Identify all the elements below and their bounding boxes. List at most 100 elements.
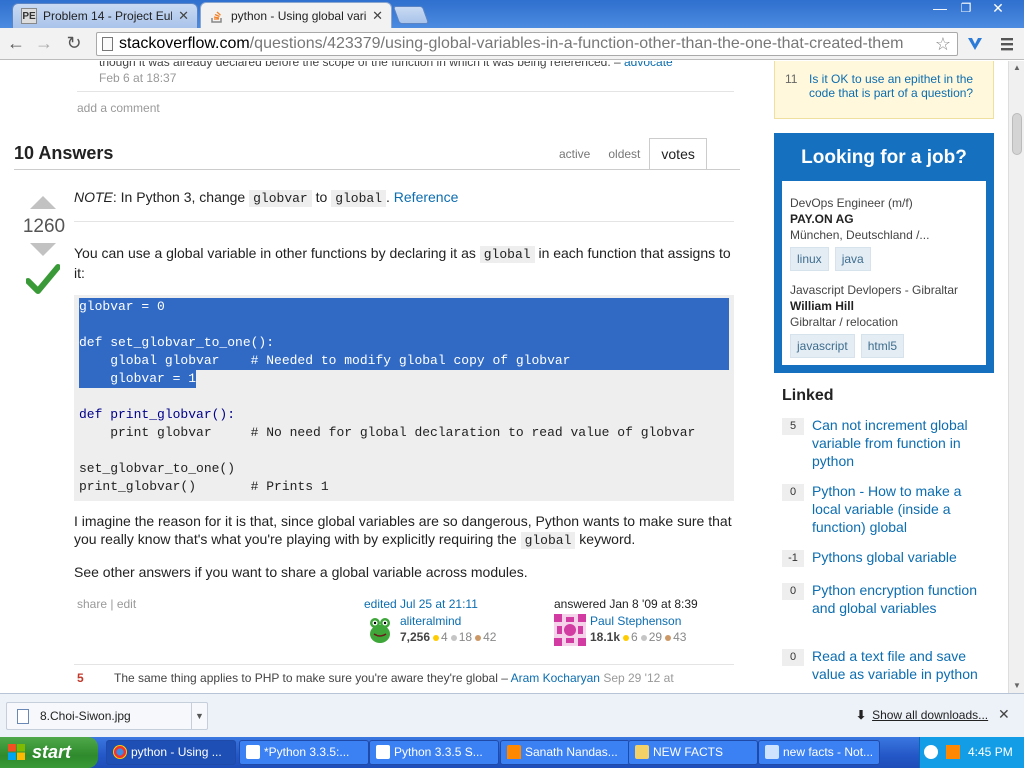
bulletin-link[interactable]: Is it OK to use an epithet in the code t… [809,72,989,100]
code-line: globvar = 0 [79,298,729,316]
tag[interactable]: javascript [790,334,855,358]
answer-paragraph: See other answers if you want to share a… [74,564,528,580]
scrollbar-thumb[interactable] [1012,113,1022,155]
bronze-badge-icon [665,634,672,641]
downvote-icon[interactable] [30,243,56,256]
job-title[interactable]: Javascript Devlopers - Gibraltar [790,282,958,298]
browser-titlebar: PE Problem 14 - Project Euler ✕ python -… [0,0,1024,29]
job-listing[interactable]: Javascript Devlopers - Gibraltar William… [790,282,958,358]
tray-expand-icon[interactable] [924,745,938,759]
extension-icon[interactable] [966,35,984,53]
edit-signature: edited Jul 25 at 21:11 [364,597,478,611]
start-button[interactable]: start [0,737,98,768]
share-link[interactable]: share [77,597,107,611]
close-tab-icon[interactable]: ✕ [372,8,383,24]
tab-python-global[interactable]: python - Using global variab ✕ [200,2,392,29]
tab-title: python - Using global variab [231,9,367,23]
jobs-title[interactable]: Looking for a job? [774,147,994,169]
job-company: PAY.ON AG [790,212,854,226]
tag[interactable]: java [834,247,871,271]
page-scrollbar[interactable]: ▲ ▼ [1008,61,1024,693]
linked-question-link[interactable]: Python encryption function and global va… [812,581,982,617]
taskbar-item-vlc[interactable]: Sanath Nandas... [500,740,630,765]
author-name-link[interactable]: Paul Stephenson [590,614,681,628]
bronze-badge-icon [475,634,482,641]
silver-badge-count: 18 [458,630,473,644]
restore-icon[interactable]: ❐ [952,0,980,18]
tab-votes[interactable]: votes [649,138,707,170]
comment-score: 5 [77,671,84,685]
author-reputation: 18.1k 6 29 43 [590,630,686,644]
reputation-score: 18.1k [590,630,621,644]
window-close-icon[interactable]: ✕ [984,0,1012,18]
close-tab-icon[interactable]: ✕ [178,8,189,24]
paragraph-text: keyword. [575,531,636,547]
editor-name-link[interactable]: aliteralmind [400,614,461,628]
address-bar[interactable]: stackoverflow.com/questions/423379/using… [96,32,958,56]
show-all-downloads-link[interactable]: ⬇ Show all downloads... [856,708,988,722]
tag[interactable]: html5 [860,334,905,358]
comment-author-link[interactable]: Aram Kocharyan [511,671,600,685]
download-item[interactable]: 8.Choi-Siwon.jpg ▼ [6,702,208,730]
tab-oldest[interactable]: oldest [599,138,649,170]
taskbar-item-python-shell[interactable]: Python 3.3.5 S... [369,740,499,765]
reload-icon[interactable]: ↻ [62,32,86,56]
tab-active[interactable]: active [550,138,599,170]
taskbar-item-notepad[interactable]: new facts - Not... [758,740,880,765]
job-listing[interactable]: DevOps Engineer (m/f) PAY.ON AG München,… [790,195,929,271]
reference-link[interactable]: Reference [394,189,459,205]
reputation-score: 7,256 [400,630,431,644]
new-tab-button[interactable] [392,6,430,24]
add-comment-link[interactable]: add a comment [77,101,160,115]
close-downloads-icon[interactable]: ✕ [998,706,1010,723]
minimize-icon[interactable]: — [926,0,954,18]
job-tags: linux java [790,247,929,271]
chevron-down-icon[interactable]: ▼ [191,703,207,729]
comment-date: Sep 29 '12 at [603,671,674,685]
taskbar-item-python-editor[interactable]: *Python 3.3.5:... [239,740,369,765]
code-line: globvar = 1 [79,370,197,388]
inline-code: global [479,246,535,263]
taskbar-item-chrome[interactable]: python - Using ... [106,740,236,765]
menu-icon[interactable] [998,35,1016,53]
page-viewport: though it was already declared before th… [0,61,1008,693]
code-line: set_globvar_to_one() [79,460,235,478]
linked-question-link[interactable]: Python - How to make a local variable (i… [812,482,982,536]
linked-question-link[interactable]: Can not increment global variable from f… [812,416,982,470]
job-title[interactable]: DevOps Engineer (m/f) [790,195,929,211]
tag[interactable]: linux [790,247,829,271]
comment-author-link[interactable]: advocate [624,61,673,69]
image-file-icon [17,709,29,724]
avatar[interactable] [554,614,586,646]
notepad-icon [765,745,779,759]
code-text: globvar = 1 [79,371,197,386]
bronze-badge-count: 42 [483,630,497,644]
linked-question-link[interactable]: Pythons global variable [812,548,982,566]
taskbar-item-folder[interactable]: NEW FACTS [628,740,758,765]
job-location: München, Deutschland /... [790,228,930,242]
vlc-tray-icon[interactable] [946,745,960,759]
folder-icon [635,745,649,759]
divider [74,664,734,665]
edit-link[interactable]: edit [117,597,136,611]
code-line: global globvar # Needed to modify global… [79,352,729,370]
forward-icon[interactable]: → [32,32,56,56]
linked-question-link[interactable]: Read a text file and save value as varia… [812,647,982,683]
bookmark-star-icon[interactable]: ☆ [935,33,951,55]
inline-code: global [520,532,576,549]
scroll-down-icon[interactable]: ▼ [1009,679,1024,693]
author-card: Paul Stephenson 18.1k 6 29 43 [554,614,734,650]
code-text: set_globvar_to_one() [79,461,236,476]
avatar[interactable] [364,614,396,646]
back-icon[interactable]: ← [4,32,28,56]
scroll-up-icon[interactable]: ▲ [1009,61,1024,75]
python-icon [246,745,260,759]
accepted-check-icon [25,264,61,299]
edited-link[interactable]: edited Jul 25 at 21:11 [364,597,478,611]
divider [14,169,740,170]
linked-score: -1 [782,550,804,567]
code-block[interactable]: globvar = 0 def set_globvar_to_one(): gl… [74,295,734,501]
upvote-icon[interactable] [30,196,56,209]
divider [74,221,734,222]
tab-project-euler[interactable]: PE Problem 14 - Project Euler ✕ [12,3,198,28]
